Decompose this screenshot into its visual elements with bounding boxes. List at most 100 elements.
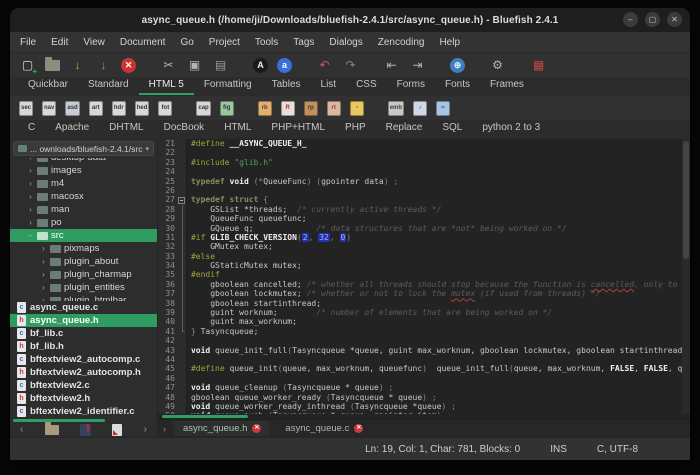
file-item-bftextview2-autocomp-h[interactable]: hbftextview2_autocomp.h <box>10 366 157 379</box>
unindent-icon[interactable]: ⇤ <box>383 57 400 74</box>
language-tab-html[interactable]: HTML <box>214 120 261 138</box>
code-line-48[interactable]: 48gboolean queue_worker_ready (Tasyncque… <box>158 393 682 402</box>
code-line-23[interactable]: 23#include "glib.h" <box>158 158 682 167</box>
chevron-right-icon[interactable]: › <box>27 218 34 227</box>
code-area[interactable]: 21#define __ASYNC_QUEUE_H_2223#include "… <box>158 139 690 414</box>
html5-audio-icon[interactable]: ♪ <box>413 101 427 116</box>
tree-item-plugin-about[interactable]: ›plugin_about <box>10 255 157 268</box>
code-line-21[interactable]: 21#define __ASYNC_QUEUE_H_ <box>158 139 682 148</box>
chevron-right-icon[interactable]: › <box>27 179 34 188</box>
tree-item-m4[interactable]: ›m4 <box>10 177 157 190</box>
menu-help[interactable]: Help <box>439 37 460 48</box>
fold-collapse-icon[interactable] <box>178 195 187 204</box>
code-line-31[interactable]: 31#if GLIB_CHECK_VERSION(2, 32, 0) <box>158 233 682 242</box>
toolbar-tab-html-5[interactable]: HTML 5 <box>139 77 194 95</box>
code-line-47[interactable]: 47void queue_cleanup (Tasyncqueue * queu… <box>158 383 682 392</box>
preview-in-browser-icon[interactable]: ⊕ <box>450 58 465 73</box>
menu-dialogs[interactable]: Dialogs <box>329 37 362 48</box>
menu-project[interactable]: Project <box>209 37 240 48</box>
menu-tools[interactable]: Tools <box>255 37 278 48</box>
menu-tags[interactable]: Tags <box>293 37 314 48</box>
code-line-45[interactable]: 45#define queue_init(queue, max_worknum,… <box>158 364 682 373</box>
html5-time-icon[interactable]: ◔ <box>350 101 364 116</box>
find-and-replace-icon[interactable]: a <box>277 58 292 73</box>
menu-zencoding[interactable]: Zencoding <box>378 37 425 48</box>
close-button[interactable]: ✕ <box>667 12 682 27</box>
code-line-30[interactable]: 30 GQueue q; /* data structures that are… <box>158 224 682 233</box>
bookmarks-icon[interactable] <box>112 424 122 436</box>
code-line-27[interactable]: 27typedef struct { <box>158 195 682 204</box>
html5-header-icon[interactable]: hdr <box>112 101 126 116</box>
code-line-43[interactable]: 43void queue_init_full(Tasyncqueue *queu… <box>158 346 682 355</box>
html5-aside-icon[interactable]: asd <box>65 101 79 116</box>
html5-head-icon[interactable]: hed <box>135 101 150 116</box>
tab-scroll-right-icon[interactable]: › <box>161 424 168 434</box>
html5-embed-icon[interactable]: emb <box>388 101 404 116</box>
preferences-icon[interactable]: ⚙ <box>489 57 506 74</box>
html5-rt-icon[interactable]: rt <box>327 101 341 116</box>
view-blocks-icon[interactable]: ▦ <box>530 57 547 74</box>
undo-icon[interactable]: ↶ <box>316 57 333 74</box>
language-tab-php[interactable]: PHP <box>335 120 376 138</box>
tree-item-plugin-charmap[interactable]: ›plugin_charmap <box>10 268 157 281</box>
code-line-50[interactable]: 50void queue_push (Tasyncqueue * queue, … <box>158 411 682 414</box>
tree-item-plugin-htmlbar[interactable]: ›plugin_htmlbar <box>10 294 157 301</box>
redo-icon[interactable]: ↷ <box>342 57 359 74</box>
file-item-async-queue-c[interactable]: casync_queue.c <box>10 301 157 314</box>
code-line-46[interactable]: 46 <box>158 374 682 383</box>
code-line-41[interactable]: 41} Tasyncqueue; <box>158 327 682 336</box>
chevron-right-icon[interactable]: › <box>144 424 147 436</box>
code-line-44[interactable]: 44 <box>158 355 682 364</box>
find-icon[interactable]: A <box>253 58 268 73</box>
toolbar-tab-formatting[interactable]: Formatting <box>194 77 262 95</box>
tree-item-man[interactable]: ›man <box>10 203 157 216</box>
code-line-22[interactable]: 22 <box>158 148 682 157</box>
file-item-bf-lib-c[interactable]: cbf_lib.c <box>10 327 157 340</box>
file-item-bftextview2-autocomp-c[interactable]: cbftextview2_autocomp.c <box>10 353 157 366</box>
language-tab-python-2-to-3[interactable]: python 2 to 3 <box>472 120 550 138</box>
html5-canvas-icon[interactable]: ≈ <box>436 101 450 116</box>
paste-icon[interactable]: ▤ <box>212 57 229 74</box>
editor-vertical-scrollbar[interactable] <box>682 139 690 414</box>
html5-figcaption-icon[interactable]: cap <box>196 101 210 116</box>
tree-item-macosx[interactable]: ›macosx <box>10 190 157 203</box>
code-line-49[interactable]: 49void queue_worker_ready_inthread (Tasy… <box>158 402 682 411</box>
document-tab-async-queue-c[interactable]: async_queue.c✕ <box>276 421 372 436</box>
language-tab-sql[interactable]: SQL <box>432 120 472 138</box>
close-tab-icon[interactable]: ✕ <box>252 424 261 433</box>
directory-selector[interactable]: ... ownloads/bluefish-2.4.1/src ▾ <box>13 141 154 156</box>
indent-icon[interactable]: ⇥ <box>409 57 426 74</box>
toolbar-tab-forms[interactable]: Forms <box>387 77 435 95</box>
toolbar-tab-tables[interactable]: Tables <box>262 77 311 95</box>
code-line-36[interactable]: 36 gboolean cancelled; /* whether all th… <box>158 280 682 289</box>
titlebar[interactable]: async_queue.h (/home/ji/Downloads/bluefi… <box>10 8 690 32</box>
language-tab-php-html[interactable]: PHP+HTML <box>261 120 335 138</box>
html5-ruby-paren-icon[interactable]: rp <box>304 101 318 116</box>
chevron-right-icon[interactable]: › <box>27 158 34 162</box>
menu-view[interactable]: View <box>83 37 105 48</box>
code-line-24[interactable]: 24 <box>158 167 682 176</box>
language-tab-dhtml[interactable]: DHTML <box>99 120 153 138</box>
close-tab-icon[interactable]: ✕ <box>354 424 363 433</box>
code-line-42[interactable]: 42 <box>158 336 682 345</box>
new-document-icon[interactable]: ▢+ <box>19 57 36 74</box>
language-tab-replace[interactable]: Replace <box>376 120 433 138</box>
chevron-right-icon[interactable]: › <box>27 166 34 175</box>
chevron-right-icon[interactable]: › <box>40 257 47 266</box>
code-line-32[interactable]: 32 GMutex mutex; <box>158 242 682 251</box>
open-file-icon[interactable] <box>45 60 60 71</box>
html5-figure-icon[interactable]: fig <box>220 101 234 116</box>
html5-nav-icon[interactable]: nav <box>42 101 56 116</box>
language-tab-c[interactable]: C <box>18 120 45 138</box>
toolbar-tab-fonts[interactable]: Fonts <box>435 77 480 95</box>
file-item-bftextview2-c[interactable]: cbftextview2.c <box>10 379 157 392</box>
code-line-29[interactable]: 29 QueueFunc queuefunc; <box>158 214 682 223</box>
toolbar-tab-list[interactable]: List <box>311 77 347 95</box>
file-item-bf-lib-h[interactable]: hbf_lib.h <box>10 340 157 353</box>
tree-item-plugin-entities[interactable]: ›plugin_entities <box>10 281 157 294</box>
code-line-34[interactable]: 34 GStaticMutex mutex; <box>158 261 682 270</box>
chevron-right-icon[interactable]: › <box>40 270 47 279</box>
code-line-35[interactable]: 35#endif <box>158 270 682 279</box>
file-item-bftextview2-identifier-c[interactable]: cbftextview2_identifier.c <box>10 405 157 418</box>
file-item-async-queue-h[interactable]: hasync_queue.h <box>10 314 157 327</box>
